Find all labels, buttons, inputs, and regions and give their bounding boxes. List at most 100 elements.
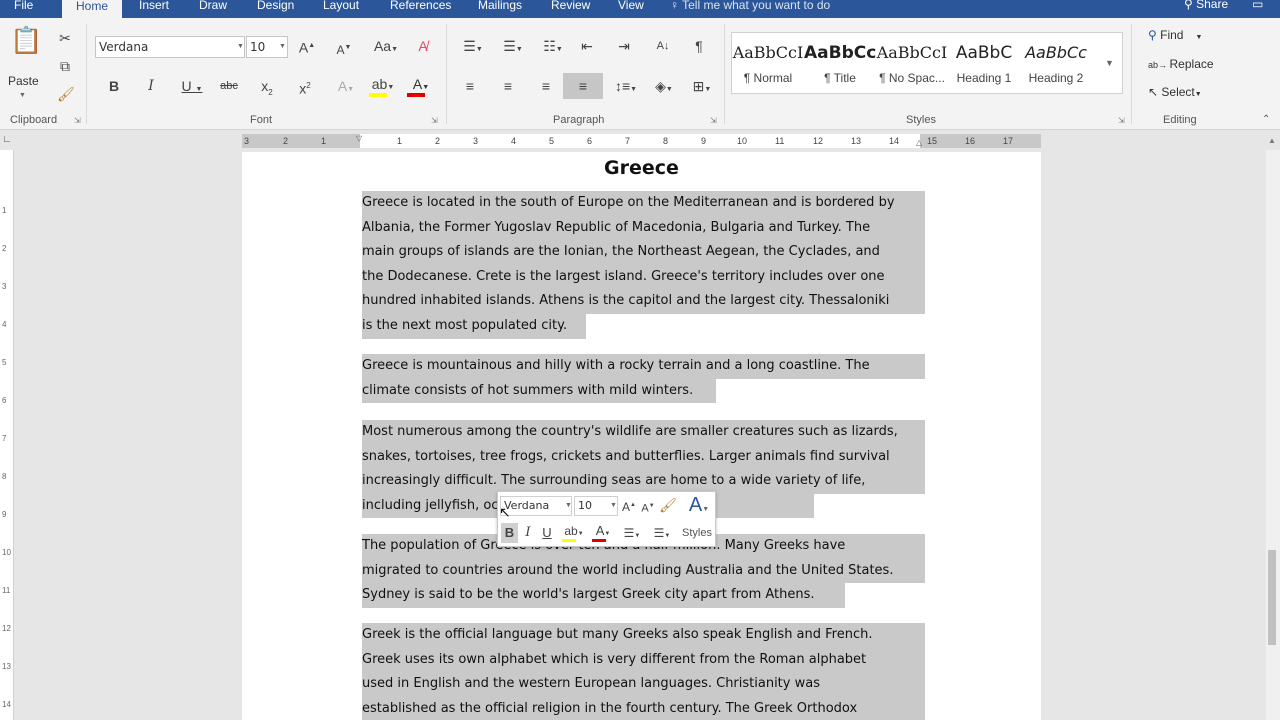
style-preview: AaBbCcI: [876, 43, 948, 62]
first-line-indent-marker[interactable]: ▽: [356, 134, 362, 143]
clipboard-launcher-icon[interactable]: ⇲: [74, 116, 81, 125]
ruler-tick: 1: [2, 206, 7, 215]
sort-icon[interactable]: A↓: [654, 38, 672, 54]
mini-highlight-icon[interactable]: ab▼: [560, 523, 588, 542]
line-spacing-icon[interactable]: ↕≡▼: [612, 78, 640, 98]
find-dropdown-icon[interactable]: ▼: [1195, 34, 1202, 41]
styles-launcher-icon[interactable]: ⇲: [1118, 116, 1125, 125]
comments-icon[interactable]: ▭: [1252, 0, 1263, 11]
tell-me-search[interactable]: ♀ Tell me what you want to do: [670, 0, 830, 13]
paste-dropdown-icon[interactable]: ▼: [19, 92, 26, 99]
numbering-icon[interactable]: ☰▼: [498, 38, 528, 58]
horizontal-ruler[interactable]: 3 2 1 1 2 3 4 5 6 7 8 9 10 11 12 13 14 1…: [242, 134, 1041, 148]
ruler-tick: 6: [2, 396, 7, 405]
clear-formatting-icon[interactable]: A̸: [414, 38, 432, 54]
paste-button[interactable]: Paste: [8, 74, 39, 88]
mini-format-painter-icon[interactable]: 🖌: [659, 497, 677, 513]
style-normal[interactable]: AaBbCcI ¶ Normal: [732, 33, 804, 93]
collapse-ribbon-icon[interactable]: ⌃: [1262, 114, 1270, 125]
align-right-icon[interactable]: ≡: [536, 78, 556, 94]
align-center-icon[interactable]: ≡: [498, 78, 518, 94]
scrollbar-thumb[interactable]: [1268, 550, 1276, 645]
scroll-up-icon[interactable]: ▲: [1268, 136, 1278, 145]
mini-italic-icon[interactable]: I: [521, 525, 535, 541]
paste-icon[interactable]: 📋: [10, 27, 42, 66]
text-line: migrated to countries around the world i…: [362, 558, 925, 584]
font-name-dropdown-icon[interactable]: ▼: [237, 43, 244, 50]
mini-size-dropdown-icon[interactable]: ▼: [610, 502, 617, 509]
tab-home[interactable]: Home: [62, 0, 123, 18]
italic-icon[interactable]: I: [143, 78, 159, 94]
mini-bullets-icon[interactable]: ☰▼: [619, 525, 645, 544]
text-line: established as the official religion in …: [362, 696, 925, 720]
format-painter-icon[interactable]: 🖌: [57, 86, 75, 102]
tab-file[interactable]: File: [14, 0, 33, 13]
style-title[interactable]: AaBbCc ¶ Title: [804, 33, 876, 93]
mini-font-dropdown-icon[interactable]: ▼: [565, 502, 572, 509]
mini-toolbar: Verdana ▼ 10 ▼ A▲ A▼ 🖌 A▼ B I U ab▼ A▼ ☰…: [497, 491, 716, 547]
tab-design[interactable]: Design: [257, 0, 294, 13]
tab-view[interactable]: View: [618, 0, 644, 13]
decrease-indent-icon[interactable]: ⇤: [578, 38, 596, 54]
mini-styles-label[interactable]: Styles: [682, 527, 712, 539]
vertical-ruler[interactable]: 1 2 3 4 5 6 7 8 9 10 11 12 13 14: [0, 150, 14, 720]
text-line: Greek uses its own alphabet which is ver…: [362, 647, 925, 673]
font-color-icon[interactable]: A▼: [406, 76, 436, 97]
mini-shrink-font-icon[interactable]: A▼: [640, 498, 656, 517]
change-case-icon[interactable]: Aa▼: [372, 38, 400, 58]
find-button[interactable]: ⚲ Find ▼: [1148, 28, 1202, 42]
select-label: Select: [1161, 85, 1195, 99]
cut-icon[interactable]: ✂: [57, 30, 73, 46]
justify-icon[interactable]: ≡: [563, 73, 603, 99]
share-button[interactable]: ⚲ Share: [1184, 0, 1228, 11]
text-line: Greek is the official language but many …: [362, 623, 925, 648]
right-indent-marker[interactable]: △: [916, 138, 922, 147]
styles-more-icon[interactable]: ▼: [1105, 58, 1114, 68]
style-no-spacing[interactable]: AaBbCcI ¶ No Spac...: [876, 33, 948, 93]
font-launcher-icon[interactable]: ⇲: [431, 116, 438, 125]
tab-references[interactable]: References: [390, 0, 451, 13]
mini-bold-icon[interactable]: B: [501, 523, 518, 543]
ruler-tick: 7: [2, 434, 7, 443]
superscript-icon[interactable]: x2: [296, 78, 314, 97]
tab-draw[interactable]: Draw: [199, 0, 227, 13]
shading-icon[interactable]: ◈▼: [648, 78, 680, 98]
font-size-dropdown-icon[interactable]: ▼: [279, 43, 286, 50]
text-effects-icon[interactable]: A▼: [334, 78, 358, 98]
mini-styles-icon[interactable]: A▼: [684, 494, 714, 521]
grow-font-icon[interactable]: A▲: [298, 38, 316, 56]
mini-font-name-input[interactable]: Verdana: [500, 496, 572, 516]
mini-numbering-icon[interactable]: ☰▼: [649, 525, 675, 544]
underline-icon[interactable]: U ▼: [178, 78, 206, 98]
subscript-icon[interactable]: x2: [258, 78, 276, 101]
bold-icon[interactable]: B: [106, 78, 122, 94]
shrink-font-icon[interactable]: A▼: [335, 40, 353, 58]
mini-font-color-icon[interactable]: A▼: [590, 523, 616, 542]
ruler-tick: 10: [737, 136, 748, 146]
select-button[interactable]: ↖ Select▼: [1148, 85, 1202, 99]
multilevel-list-icon[interactable]: ☷▼: [538, 38, 568, 58]
style-heading-1[interactable]: AaBbC Heading 1: [948, 33, 1020, 93]
style-heading-2[interactable]: AaBbCc Heading 2: [1020, 33, 1092, 93]
ruler-tick: 4: [511, 136, 517, 146]
borders-icon[interactable]: ⊞▼: [686, 78, 718, 98]
document-page[interactable]: Greece Greece is located in the south of…: [242, 152, 1041, 720]
highlight-color-icon[interactable]: ab▼: [368, 76, 398, 97]
align-left-icon[interactable]: ≡: [460, 78, 480, 94]
ruler-tick: 3: [473, 136, 479, 146]
show-formatting-icon[interactable]: ¶: [690, 38, 708, 54]
tab-mailings[interactable]: Mailings: [478, 0, 522, 13]
copy-icon[interactable]: ⧉: [57, 58, 73, 74]
paragraph-launcher-icon[interactable]: ⇲: [710, 116, 717, 125]
tab-insert[interactable]: Insert: [139, 0, 169, 13]
mini-grow-font-icon[interactable]: A▲: [621, 497, 637, 515]
tab-review[interactable]: Review: [551, 0, 590, 13]
tab-layout[interactable]: Layout: [323, 0, 359, 13]
font-name-input[interactable]: Verdana: [95, 36, 245, 58]
increase-indent-icon[interactable]: ⇥: [615, 38, 633, 54]
bullets-icon[interactable]: ☰▼: [458, 38, 488, 58]
strikethrough-icon[interactable]: abc: [218, 78, 240, 94]
mini-underline-icon[interactable]: U: [540, 525, 554, 541]
tab-selector-icon[interactable]: ∟: [0, 134, 14, 148]
replace-button[interactable]: ab→ Replace: [1148, 57, 1214, 71]
